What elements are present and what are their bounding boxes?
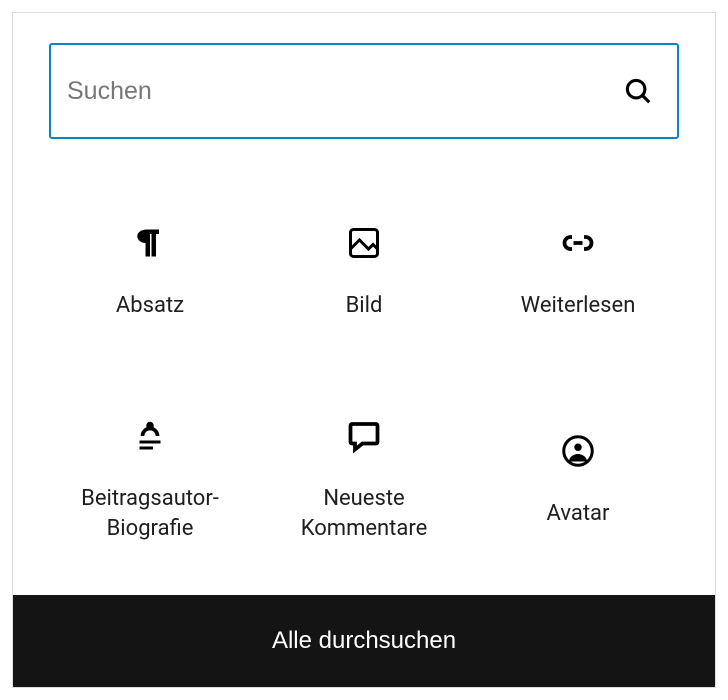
block-image[interactable]: Bild (257, 179, 471, 367)
search-input[interactable] (63, 77, 623, 106)
block-paragraph[interactable]: Absatz (43, 179, 257, 367)
paragraph-icon (132, 225, 168, 261)
block-label: Absatz (116, 291, 184, 321)
block-grid: Absatz Bild Weiterlesen (13, 159, 715, 595)
search-box[interactable] (49, 43, 679, 139)
block-label: Neueste Kommentare (265, 484, 463, 543)
block-label: Bild (346, 291, 383, 321)
browse-all-label: Alle durchsuchen (272, 627, 456, 654)
block-readmore[interactable]: Weiterlesen (471, 179, 685, 367)
block-author-bio[interactable]: Beitragsautor-Biografie (43, 387, 257, 575)
block-avatar[interactable]: Avatar (471, 387, 685, 575)
search-wrap (13, 13, 715, 159)
block-label: Avatar (547, 499, 610, 529)
block-latest-comments[interactable]: Neueste Kommentare (257, 387, 471, 575)
block-inserter-panel: Absatz Bild Weiterlesen (12, 12, 716, 688)
image-icon (346, 225, 382, 261)
link-icon (560, 225, 596, 261)
block-label: Beitragsautor-Biografie (51, 484, 249, 543)
block-label: Weiterlesen (521, 291, 636, 321)
search-icon (623, 76, 653, 106)
browse-all-button[interactable]: Alle durchsuchen (13, 595, 715, 687)
author-bio-icon (132, 418, 168, 454)
comment-icon (346, 418, 382, 454)
user-circle-icon (560, 433, 596, 469)
